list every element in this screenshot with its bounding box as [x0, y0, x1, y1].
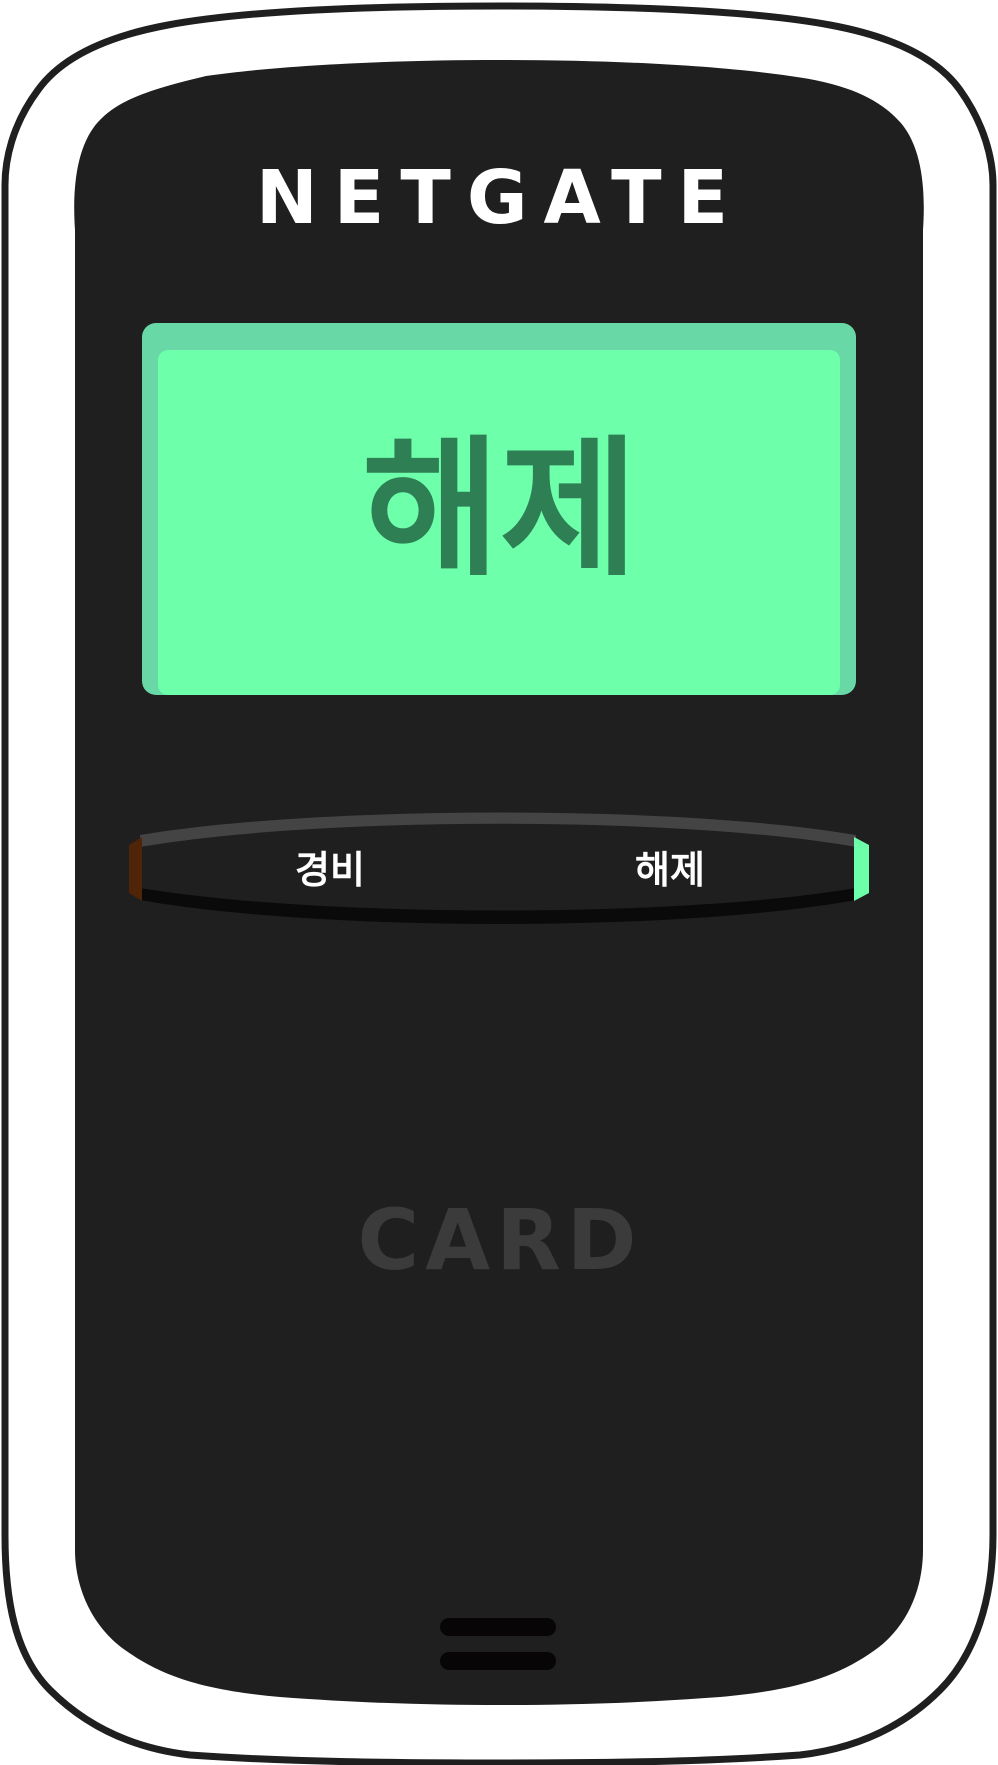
arm-indicator	[129, 837, 142, 901]
speaker-slot-top	[440, 1618, 556, 1636]
disarm-button[interactable]: 해제	[590, 840, 750, 900]
disarm-indicator	[854, 837, 869, 901]
arm-button[interactable]: 경비	[250, 840, 410, 900]
brand-logo: NETGATE	[255, 155, 745, 241]
card-reader-label: CARD	[357, 1191, 643, 1289]
screen-status-text: 해제	[361, 423, 638, 597]
door-lock-device: NETGATE 해제 경비 해제 CARD	[0, 0, 998, 1765]
device-body-graphic	[1, 2, 997, 1765]
speaker-slot-bottom	[440, 1652, 556, 1670]
